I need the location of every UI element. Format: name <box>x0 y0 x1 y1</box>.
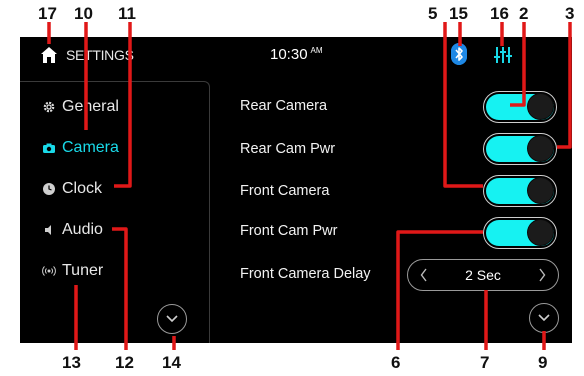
callout-3: 3 <box>565 4 575 23</box>
callout-6: 6 <box>391 353 401 372</box>
callout-12: 12 <box>115 353 134 372</box>
callout-lines <box>47 22 572 350</box>
callout-11: 11 <box>118 4 136 23</box>
callout-17: 17 <box>38 4 57 23</box>
callout-7: 7 <box>480 353 490 372</box>
callout-2: 2 <box>519 4 529 23</box>
callout-10: 10 <box>74 4 93 23</box>
callout-13: 13 <box>62 353 81 372</box>
callout-16: 16 <box>490 4 509 23</box>
callout-9: 9 <box>538 353 548 372</box>
callout-14: 14 <box>162 353 181 372</box>
callout-15: 15 <box>449 4 468 23</box>
callout-5: 5 <box>428 4 438 23</box>
